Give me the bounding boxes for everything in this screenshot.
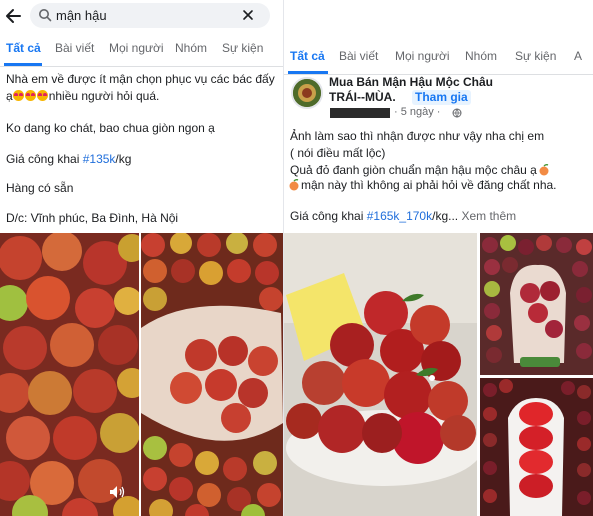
- group-avatar[interactable]: [291, 77, 323, 109]
- tab-divider: [0, 66, 283, 67]
- left-search-results: mận hậu Tất cả Bài viết Mọi người Nhóm S…: [0, 0, 283, 516]
- price-hashtag-link[interactable]: #135k: [83, 152, 116, 166]
- tab-all[interactable]: Tất cả: [6, 41, 41, 55]
- post-address: D/c: Vĩnh phúc, Ba Đình, Hà Nội: [6, 211, 179, 225]
- group-name[interactable]: Mua Bán Mận Hậu Mộc Châu: [329, 75, 493, 90]
- post-price-line: Giá công khai #165k_170k/kg... Xem thêm: [290, 209, 517, 223]
- post-photo[interactable]: [480, 378, 593, 516]
- clear-icon[interactable]: [242, 9, 254, 21]
- heart-eyes-emoji-icon: [36, 90, 48, 101]
- tab-events[interactable]: Sự kiện: [515, 49, 556, 63]
- heart-eyes-emoji-icon: [12, 90, 24, 101]
- post-photo[interactable]: [480, 233, 593, 375]
- globe-icon: [452, 108, 462, 118]
- post-photo[interactable]: [284, 233, 477, 516]
- post-line: Ảnh làm sao thì nhận được như vậy nha ch…: [290, 129, 545, 143]
- join-group-button[interactable]: Tham gia: [412, 90, 471, 105]
- tab-all[interactable]: Tất cả: [290, 49, 325, 63]
- post-timestamp[interactable]: · 5 ngày ·: [394, 106, 440, 118]
- peach-emoji-icon: [289, 178, 299, 191]
- tab-people[interactable]: Mọi người: [109, 41, 164, 55]
- right-search-results: Tất cả Bài viết Mọi người Nhóm Sự kiện A…: [283, 0, 593, 516]
- post-line: ạ nhiều người hỏi quá.: [6, 89, 160, 103]
- tab-people[interactable]: Mọi người: [395, 49, 450, 63]
- search-query: mận hậu: [56, 8, 107, 23]
- post-line: Nhà em về được ít mận chọn phục vụ các b…: [6, 72, 275, 86]
- tab-events[interactable]: Sự kiện: [222, 41, 263, 55]
- see-more-link[interactable]: Xem thêm: [461, 209, 516, 223]
- post-line: Ko dang ko chát, bao chua giòn ngon ạ: [6, 121, 215, 135]
- search-input[interactable]: mận hậu: [30, 3, 270, 28]
- post-price-line: Giá công khai #135k/kg: [6, 152, 132, 166]
- price-hashtag-link[interactable]: #165k_170k: [367, 209, 432, 223]
- redacted-author: [330, 108, 390, 118]
- post-line: Quả đỏ đanh giòn chuẩn mận hậu mộc châu …: [290, 163, 550, 178]
- tab-more[interactable]: A: [574, 49, 582, 63]
- heart-eyes-emoji-icon: [24, 90, 36, 101]
- back-arrow-icon[interactable]: [4, 6, 24, 26]
- post-photo[interactable]: [0, 233, 139, 516]
- peach-emoji-icon: [539, 163, 549, 176]
- search-icon: [39, 9, 52, 22]
- post-line: mận này thì không ai phải hỏi về đăng ch…: [288, 178, 557, 193]
- left-tab-bar: Tất cả Bài viết Mọi người Nhóm Sự kiện: [0, 36, 283, 66]
- tab-groups[interactable]: Nhóm: [175, 41, 207, 55]
- post-photo[interactable]: [141, 233, 283, 516]
- tab-groups[interactable]: Nhóm: [465, 49, 497, 63]
- post-line: Hàng có sẵn: [6, 181, 74, 195]
- post-line: ( nói điều mất lộc): [290, 146, 386, 160]
- tab-posts[interactable]: Bài viết: [339, 49, 378, 63]
- group-name-line2[interactable]: TRÁI--MÙA.: [329, 90, 396, 105]
- right-tab-bar: Tất cả Bài viết Mọi người Nhóm Sự kiện A: [284, 44, 593, 74]
- tab-posts[interactable]: Bài viết: [55, 41, 94, 55]
- search-bar: mận hậu: [0, 0, 283, 32]
- sound-icon[interactable]: [108, 484, 126, 500]
